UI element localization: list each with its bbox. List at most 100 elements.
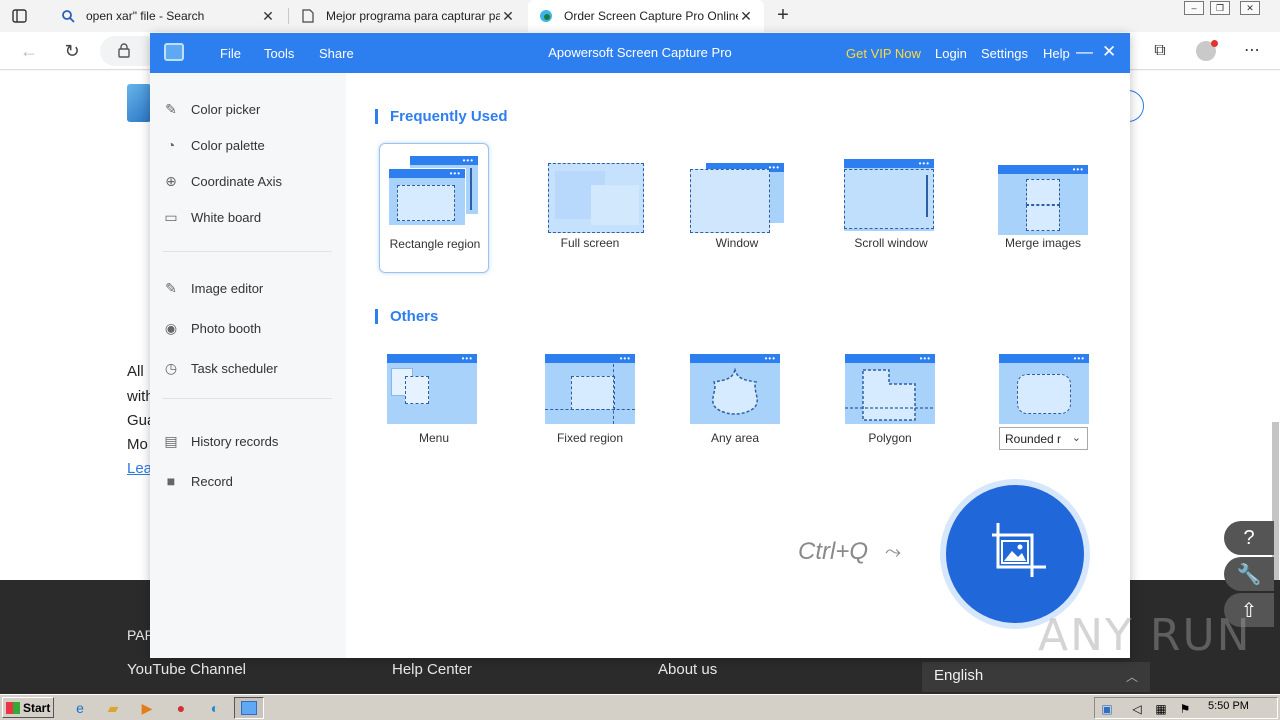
collections-icon[interactable]: ⧉ [1150, 41, 1170, 61]
page-icon [300, 8, 316, 24]
menu-capture-icon: ••• [387, 348, 479, 424]
minimize-button[interactable]: – [1184, 1, 1204, 15]
sidebar-item-label: Color palette [191, 137, 265, 153]
restore-button[interactable]: ❐ [1210, 1, 1230, 15]
sidebar-item-label: White board [191, 209, 262, 225]
sidebar-item-record[interactable]: ■ Record [162, 470, 233, 492]
menu-tool[interactable]: ••• Menu [379, 338, 489, 468]
settings-link[interactable]: Settings [981, 46, 1028, 61]
browser-tab-bar: open xar" file - Search ✕ Mejor programa… [0, 0, 1280, 32]
start-button[interactable]: Start [2, 697, 54, 718]
rectangle-region-tool[interactable]: ••• ••• Rectangle region [379, 143, 489, 273]
site-logo[interactable] [127, 84, 151, 122]
sidebar-item-label: Coordinate Axis [191, 173, 283, 189]
menu-share[interactable]: Share [319, 46, 354, 61]
sidebar-item-label: History records [191, 433, 279, 449]
screen-capture-taskbar-button[interactable] [234, 697, 264, 719]
network-icon[interactable]: ▦ [1153, 701, 1169, 717]
sidebar-item-white-board[interactable]: ▭ White board [162, 206, 261, 228]
close-icon[interactable]: ✕ [260, 8, 276, 25]
edge-icon [538, 8, 554, 24]
polygon-tool[interactable]: ••• Polygon [835, 338, 945, 468]
app-minimize-icon[interactable]: — [1076, 42, 1093, 62]
tray-app-icon[interactable]: ▣ [1099, 701, 1115, 717]
tool-label: Window [715, 236, 759, 250]
tools-sidebar: ✎ Color picker ◔ Color palette ⊕ Coordinate… [150, 73, 346, 658]
shape-select-value: Rounded r [1005, 432, 1062, 446]
tool-label: Fixed region [556, 431, 624, 445]
app-title-bar: File Tools Share Apowersoft Screen Captu… [150, 33, 1130, 73]
close-window-button[interactable]: ✕ [1240, 1, 1260, 15]
page-learn-link[interactable]: Lea [127, 460, 152, 477]
full-screen-tool[interactable]: Full screen [535, 143, 645, 273]
help-link[interactable]: Help [1043, 46, 1070, 61]
any-area-tool[interactable]: ••• Any area [680, 338, 790, 468]
start-label: Start [23, 700, 51, 715]
tool-label: Scroll window [854, 236, 928, 250]
sidebar-item-photo-booth[interactable]: ◉ Photo booth [162, 317, 261, 339]
merge-images-tool[interactable]: ••• Merge images [988, 143, 1098, 273]
fixed-region-icon: ••• [543, 348, 635, 424]
volume-icon[interactable]: ◁ [1129, 701, 1145, 717]
sidebar-item-label: Image editor [191, 280, 264, 296]
frequently-used-heading: Frequently Used [375, 109, 508, 124]
tab-title: Order Screen Capture Pro Online [564, 9, 738, 23]
sidebar-item-image-editor[interactable]: ✎ Image editor [162, 277, 263, 299]
chrome-icon[interactable]: ● [171, 698, 191, 718]
footer-link-about[interactable]: About us [658, 661, 717, 678]
language-select[interactable]: English ︿ [922, 662, 1150, 692]
scroll-window-tool[interactable]: ••• Scroll window [836, 143, 946, 273]
new-tab-button[interactable]: + [772, 4, 794, 26]
shape-select[interactable]: Rounded r ⌄ [999, 427, 1088, 450]
taskbar-clock: 5:50 PM [1208, 700, 1249, 712]
back-icon[interactable]: ← [18, 40, 40, 62]
tab-mejor[interactable]: Mejor programa para capturar pa ✕ [290, 0, 526, 32]
refresh-icon[interactable]: ↻ [61, 40, 83, 62]
tab-title: Mejor programa para capturar pa [326, 9, 500, 23]
profile-avatar[interactable] [1196, 40, 1218, 61]
login-link[interactable]: Login [935, 46, 967, 61]
media-player-icon[interactable]: ▶ [137, 698, 157, 718]
scroll-window-icon: ••• [844, 153, 936, 231]
tab-order[interactable]: Order Screen Capture Pro Online ✕ [528, 0, 764, 32]
footer-link-youtube[interactable]: YouTube Channel [127, 661, 246, 678]
sidebar-item-label: Task scheduler [191, 360, 278, 376]
rectangle-region-icon: ••• ••• [388, 154, 480, 226]
menu-file[interactable]: File [220, 46, 241, 61]
board-icon: ▭ [164, 208, 178, 225]
page-text-line: Mo [127, 436, 148, 453]
app-close-icon[interactable]: ✕ [1102, 42, 1116, 62]
window-tool[interactable]: ••• Window [682, 143, 792, 273]
chevron-up-icon: ︿ [1125, 670, 1138, 684]
rounded-rectangle-icon: ••• [997, 348, 1089, 424]
tab-title: open xar" file - Search [86, 9, 205, 23]
flag-icon[interactable]: ⚑ [1177, 701, 1193, 717]
app-logo-icon [164, 43, 184, 61]
capture-button[interactable] [940, 479, 1090, 629]
ie-icon[interactable]: e [70, 698, 90, 718]
webcam-icon: ◉ [164, 319, 178, 336]
sidebar-divider [162, 251, 332, 252]
sidebar-divider [162, 398, 332, 399]
more-menu-icon[interactable]: ⋯ [1242, 41, 1262, 61]
video-camera-icon: ■ [166, 473, 176, 489]
close-icon[interactable]: ✕ [500, 8, 516, 25]
close-icon[interactable]: ✕ [738, 8, 754, 25]
help-float-button[interactable]: ? [1224, 521, 1274, 555]
tab-search[interactable]: open xar" file - Search ✕ [50, 0, 286, 32]
tools-float-button[interactable]: 🔧 [1224, 557, 1274, 591]
fixed-region-tool[interactable]: ••• Fixed region [535, 338, 645, 468]
polygon-icon: ••• [843, 348, 935, 424]
menu-tools[interactable]: Tools [264, 46, 294, 61]
tab-actions-icon[interactable] [10, 7, 30, 25]
get-vip-link[interactable]: Get VIP Now [846, 46, 921, 61]
folder-icon[interactable]: ▰ [103, 698, 123, 718]
sidebar-item-task-scheduler[interactable]: ◷ Task scheduler [162, 357, 278, 379]
sidebar-item-label: Color picker [191, 101, 261, 117]
footer-link-help[interactable]: Help Center [392, 661, 472, 678]
sidebar-item-coordinate-axis[interactable]: ⊕ Coordinate Axis [162, 170, 282, 192]
edge-taskbar-icon[interactable]: ◐ [205, 698, 225, 718]
sidebar-item-color-palette[interactable]: ◔ Color palette [162, 134, 265, 156]
sidebar-item-color-picker[interactable]: ✎ Color picker [162, 98, 260, 120]
sidebar-item-history-records[interactable]: ▤ History records [162, 430, 278, 452]
